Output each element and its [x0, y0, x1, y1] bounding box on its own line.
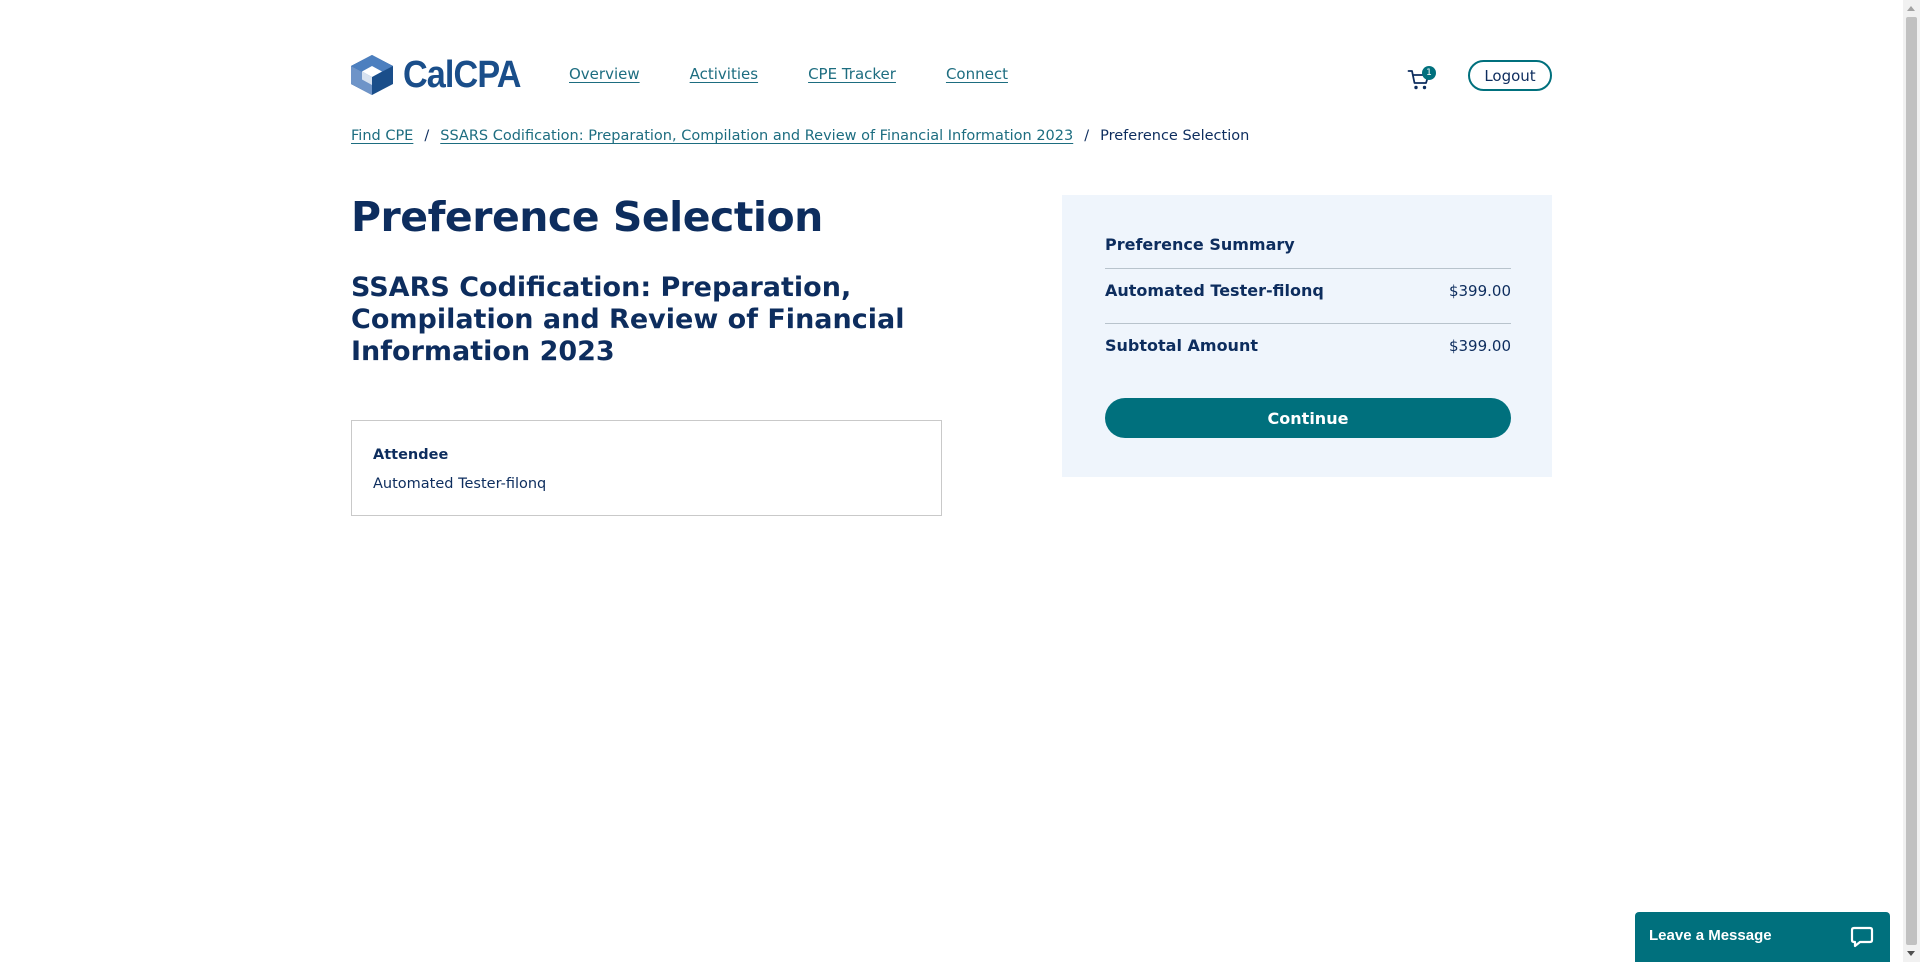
nav-cpe-tracker[interactable]: CPE Tracker	[808, 65, 896, 83]
attendee-name: Automated Tester-filonq	[373, 476, 547, 492]
breadcrumb-course[interactable]: SSARS Codification: Preparation, Compila…	[440, 128, 1073, 144]
chat-label: Leave a Message	[1649, 927, 1772, 944]
cart-button[interactable]: 1	[1407, 64, 1437, 92]
breadcrumb: Find CPE / SSARS Codification: Preparati…	[351, 128, 1249, 144]
course-title: SSARS Codification: Preparation, Compila…	[351, 272, 905, 367]
chat-bubble-icon	[1850, 926, 1874, 948]
logout-button[interactable]: Logout	[1468, 60, 1552, 91]
breadcrumb-separator: /	[424, 128, 430, 144]
nav-overview[interactable]: Overview	[569, 65, 640, 83]
summary-subtotal: Subtotal Amount $399.00	[1105, 336, 1511, 355]
line-item-price: $399.00	[1448, 281, 1511, 300]
calcpa-logo[interactable]: CalCPA	[351, 54, 534, 96]
summary-divider	[1105, 323, 1511, 324]
scroll-thumb[interactable]	[1906, 17, 1917, 945]
subtotal-label: Subtotal Amount	[1105, 336, 1258, 355]
summary-divider	[1105, 268, 1511, 269]
breadcrumb-find-cpe[interactable]: Find CPE	[351, 128, 413, 144]
preference-summary-panel: Preference Summary Automated Tester-filo…	[1062, 195, 1552, 477]
continue-button[interactable]: Continue	[1105, 398, 1511, 438]
leave-message-widget[interactable]: Leave a Message	[1635, 912, 1890, 962]
breadcrumb-separator: /	[1084, 128, 1090, 144]
scroll-up-arrow-icon[interactable]	[1907, 6, 1915, 11]
vertical-scrollbar[interactable]	[1903, 0, 1920, 962]
main-nav: Overview Activities CPE Tracker Connect	[569, 65, 1058, 83]
site-header: CalCPA Overview Activities CPE Tracker C…	[351, 52, 1552, 98]
summary-title: Preference Summary	[1105, 235, 1295, 254]
subtotal-price: $399.00	[1448, 336, 1511, 355]
logo-text: CalCPA	[403, 54, 521, 96]
nav-activities[interactable]: Activities	[690, 65, 758, 83]
summary-line-item: Automated Tester-filonq $399.00	[1105, 281, 1511, 300]
scroll-down-arrow-icon[interactable]	[1907, 951, 1915, 956]
cart-count-badge: 1	[1422, 66, 1436, 80]
attendee-label: Attendee	[373, 447, 449, 463]
calcpa-cube-icon	[351, 55, 393, 95]
breadcrumb-current: Preference Selection	[1100, 128, 1250, 144]
nav-connect[interactable]: Connect	[946, 65, 1008, 83]
line-item-name: Automated Tester-filonq	[1105, 281, 1324, 300]
attendee-card: Attendee Automated Tester-filonq	[351, 420, 942, 516]
page-title: Preference Selection	[351, 193, 823, 241]
page: CalCPA Overview Activities CPE Tracker C…	[0, 0, 1920, 962]
